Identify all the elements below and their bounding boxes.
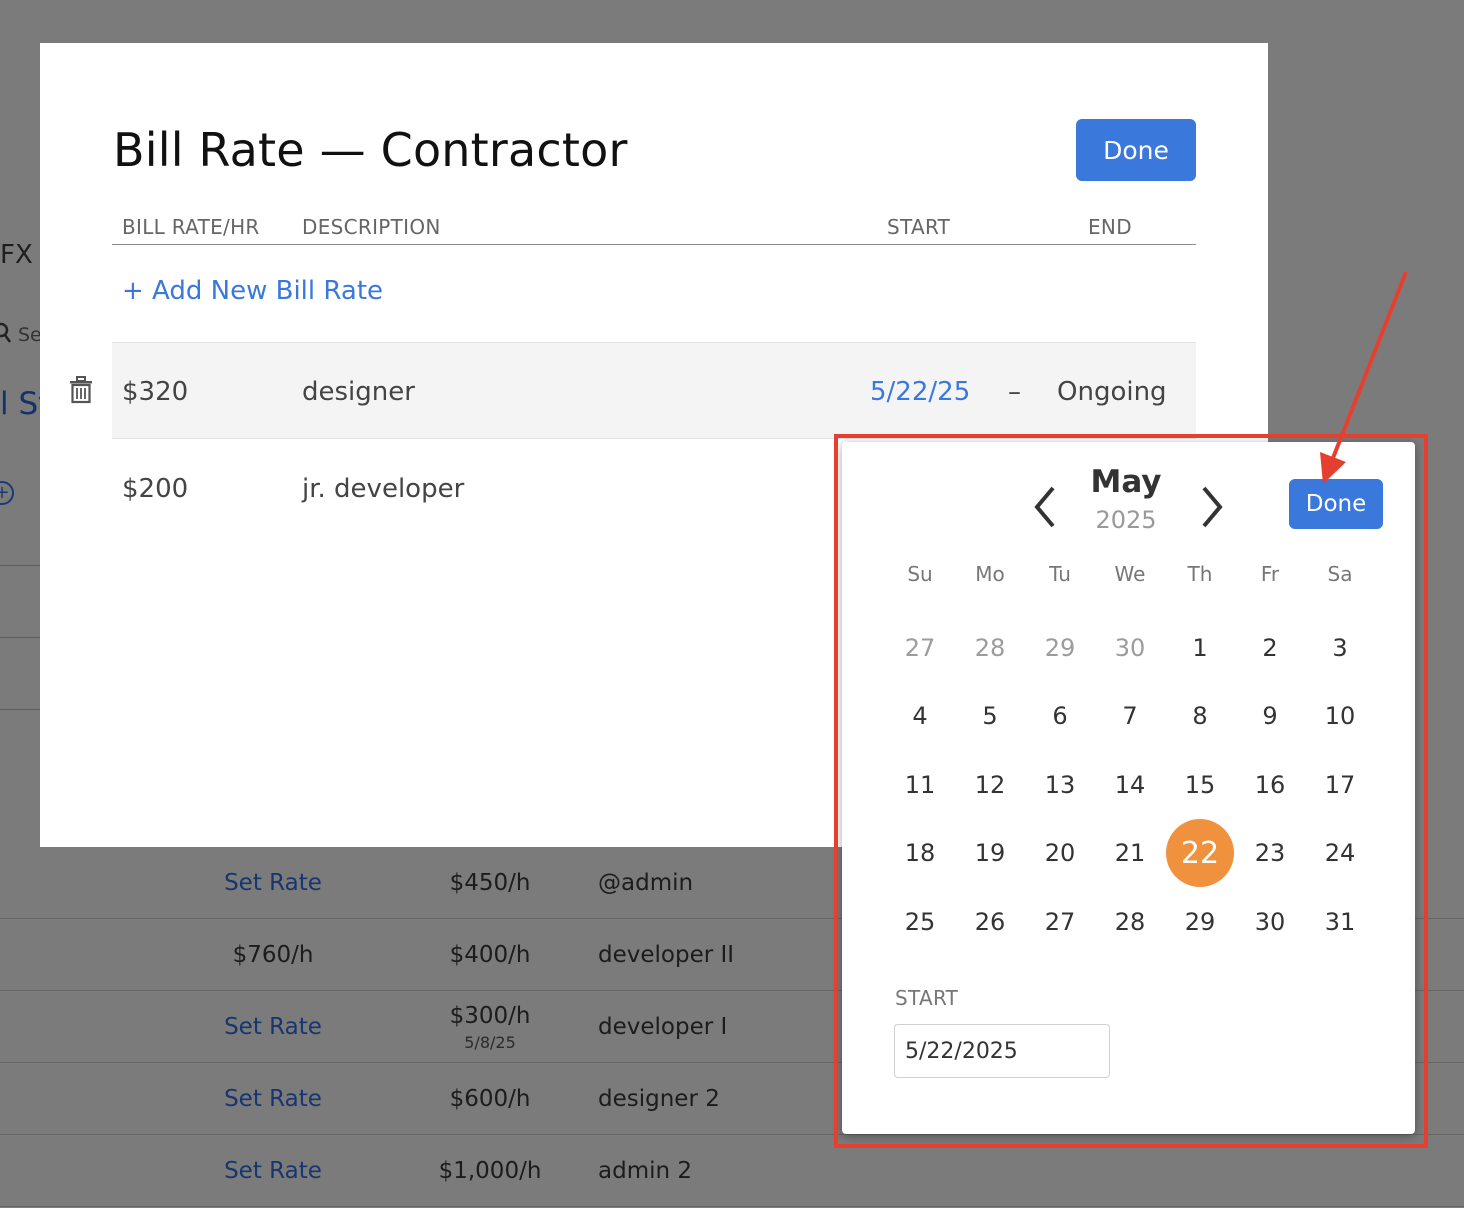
calendar-day[interactable]: 5	[956, 682, 1024, 750]
role-description: @admin	[598, 870, 694, 896]
weekday-label: Tu	[1049, 562, 1071, 586]
cost-value: $400/h	[449, 942, 531, 968]
cost-effective-date: 5/8/25	[464, 1032, 516, 1052]
calendar-day[interactable]: 17	[1306, 751, 1374, 819]
start-field-label: START	[895, 986, 959, 1010]
row-rate: $320	[122, 376, 189, 407]
calendar-day[interactable]: 15	[1166, 751, 1234, 819]
calendar-day[interactable]: 20	[1026, 819, 1094, 887]
chevron-left-icon[interactable]	[1027, 482, 1067, 532]
row-description: jr. developer	[302, 473, 465, 504]
calendar-day[interactable]: 24	[1306, 819, 1374, 887]
picker-year-label: 2025	[1095, 506, 1157, 534]
calendar-day[interactable]: 1	[1166, 614, 1234, 682]
calendar-day[interactable]: 2	[1236, 614, 1304, 682]
calendar-day[interactable]: 16	[1236, 751, 1304, 819]
row-end-date: Ongoing	[1057, 376, 1167, 407]
background-divider	[0, 565, 40, 566]
calendar-day[interactable]: 8	[1166, 682, 1234, 750]
rate-value: $760/h	[232, 942, 314, 968]
modal-title: Bill Rate — Contractor	[113, 123, 628, 177]
calendar-day[interactable]: 31	[1306, 888, 1374, 956]
set-rate-link[interactable]: Set Rate	[170, 991, 376, 1063]
calendar-day[interactable]: 7	[1096, 682, 1164, 750]
set-rate-link[interactable]: Set Rate	[170, 1135, 376, 1207]
calendar-day-selected[interactable]: 22	[1166, 819, 1234, 887]
weekday-label: Fr	[1260, 562, 1280, 586]
calendar-day-outside-month[interactable]: 28	[956, 614, 1024, 682]
role-description: designer 2	[598, 1086, 720, 1112]
calendar-day[interactable]: 12	[956, 751, 1024, 819]
date-range-separator: –	[1008, 376, 1021, 407]
plus-circle-icon: +	[0, 481, 14, 505]
column-header-end: END	[1088, 215, 1132, 239]
column-header-start: START	[887, 215, 951, 239]
role-description: developer I	[598, 1014, 728, 1040]
row-description: designer	[302, 376, 415, 407]
cost-value: $300/h	[449, 1002, 531, 1029]
calendar-day[interactable]: 21	[1096, 819, 1164, 887]
cost-value: $600/h	[449, 1086, 531, 1112]
start-date-input[interactable]	[894, 1024, 1110, 1078]
calendar-day[interactable]: 28	[1096, 888, 1164, 956]
picker-done-button[interactable]: Done	[1289, 479, 1383, 529]
search-icon	[0, 322, 12, 343]
add-new-bill-rate-link[interactable]: + Add New Bill Rate	[122, 276, 383, 306]
set-rate-link[interactable]: Set Rate	[170, 847, 376, 919]
weekday-label: Th	[1187, 562, 1213, 586]
cost-cell: $1,000/h	[420, 1135, 560, 1207]
cost-value: $1,000/h	[438, 1158, 542, 1184]
calendar-day[interactable]: 18	[886, 819, 954, 887]
cost-cell: $450/h	[420, 847, 560, 919]
calendar-day[interactable]: 6	[1026, 682, 1094, 750]
calendar-day-outside-month[interactable]: 30	[1096, 614, 1164, 682]
set-rate-link[interactable]: Set Rate	[170, 1063, 376, 1135]
calendar-day[interactable]: 4	[886, 682, 954, 750]
calendar-day[interactable]: 26	[956, 888, 1024, 956]
background-search-placeholder: Se	[18, 324, 40, 346]
calendar-day-outside-month[interactable]: 27	[886, 614, 954, 682]
table-header: BILL RATE/HR DESCRIPTION START END	[112, 215, 1196, 245]
cost-cell: $400/h	[420, 919, 560, 991]
table-row: $320 designer 5/22/25 – Ongoing	[112, 342, 1196, 439]
weekday-label: Mo	[975, 562, 1005, 586]
trash-icon[interactable]	[68, 376, 94, 404]
cost-cell: $300/h 5/8/25	[420, 991, 560, 1063]
cost-cell: $600/h	[420, 1063, 560, 1135]
role-description: admin 2	[598, 1158, 693, 1184]
calendar-day[interactable]: 30	[1236, 888, 1304, 956]
row-start-date-link[interactable]: 5/22/25	[870, 343, 970, 440]
column-header-rate: BILL RATE/HR	[122, 215, 260, 239]
calendar-day-outside-month[interactable]: 29	[1026, 614, 1094, 682]
date-picker-popover: May 2025 Done Su Mo Tu We Th Fr Sa 27 28 29 30 1 2 3…	[842, 442, 1415, 1134]
background-divider	[0, 709, 40, 710]
calendar-day[interactable]: 13	[1026, 751, 1094, 819]
calendar-day[interactable]: 19	[956, 819, 1024, 887]
background-divider	[0, 637, 40, 638]
table-row: Set Rate $1,000/h admin 2	[0, 1135, 1464, 1207]
calendar-day[interactable]: 25	[886, 888, 954, 956]
calendar-day[interactable]: 14	[1096, 751, 1164, 819]
cost-value: $450/h	[449, 870, 531, 896]
calendar-day[interactable]: 27	[1026, 888, 1094, 956]
row-rate: $200	[122, 473, 189, 504]
weekday-label: We	[1114, 562, 1146, 586]
calendar-day[interactable]: 9	[1236, 682, 1304, 750]
role-description: developer II	[598, 942, 735, 968]
background-heading-fragment: FX R	[0, 240, 40, 270]
calendar-day[interactable]: 23	[1236, 819, 1304, 887]
picker-month-label: May	[1090, 464, 1162, 500]
calendar-day[interactable]: 3	[1306, 614, 1374, 682]
modal-done-button[interactable]: Done	[1076, 119, 1196, 181]
calendar-day[interactable]: 10	[1306, 682, 1374, 750]
weekday-label: Sa	[1327, 562, 1353, 586]
weekday-label: Su	[907, 562, 933, 586]
calendar-day[interactable]: 29	[1166, 888, 1234, 956]
chevron-right-icon[interactable]	[1192, 482, 1232, 532]
calendar-day[interactable]: 11	[886, 751, 954, 819]
background-link-fragment: l St	[0, 386, 40, 422]
column-header-description: DESCRIPTION	[302, 215, 441, 239]
